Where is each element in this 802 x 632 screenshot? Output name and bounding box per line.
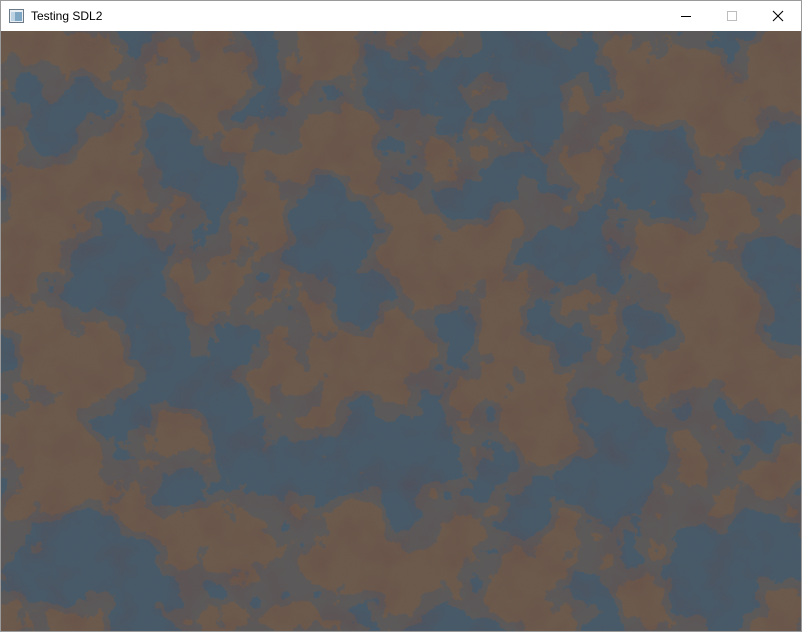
app-window: Testing SDL2 — [0, 0, 802, 632]
close-icon — [772, 10, 784, 22]
grain-layer — [1, 31, 801, 631]
close-button[interactable] — [755, 1, 801, 31]
window-title: Testing SDL2 — [31, 9, 103, 23]
maximize-icon — [727, 11, 737, 21]
sdl-render-canvas[interactable] — [1, 31, 801, 631]
minimize-icon — [681, 16, 691, 17]
noise-texture — [1, 31, 801, 631]
minimize-button[interactable] — [663, 1, 709, 31]
title-bar[interactable]: Testing SDL2 — [1, 1, 801, 31]
maximize-button[interactable] — [709, 1, 755, 31]
app-icon — [9, 9, 24, 23]
